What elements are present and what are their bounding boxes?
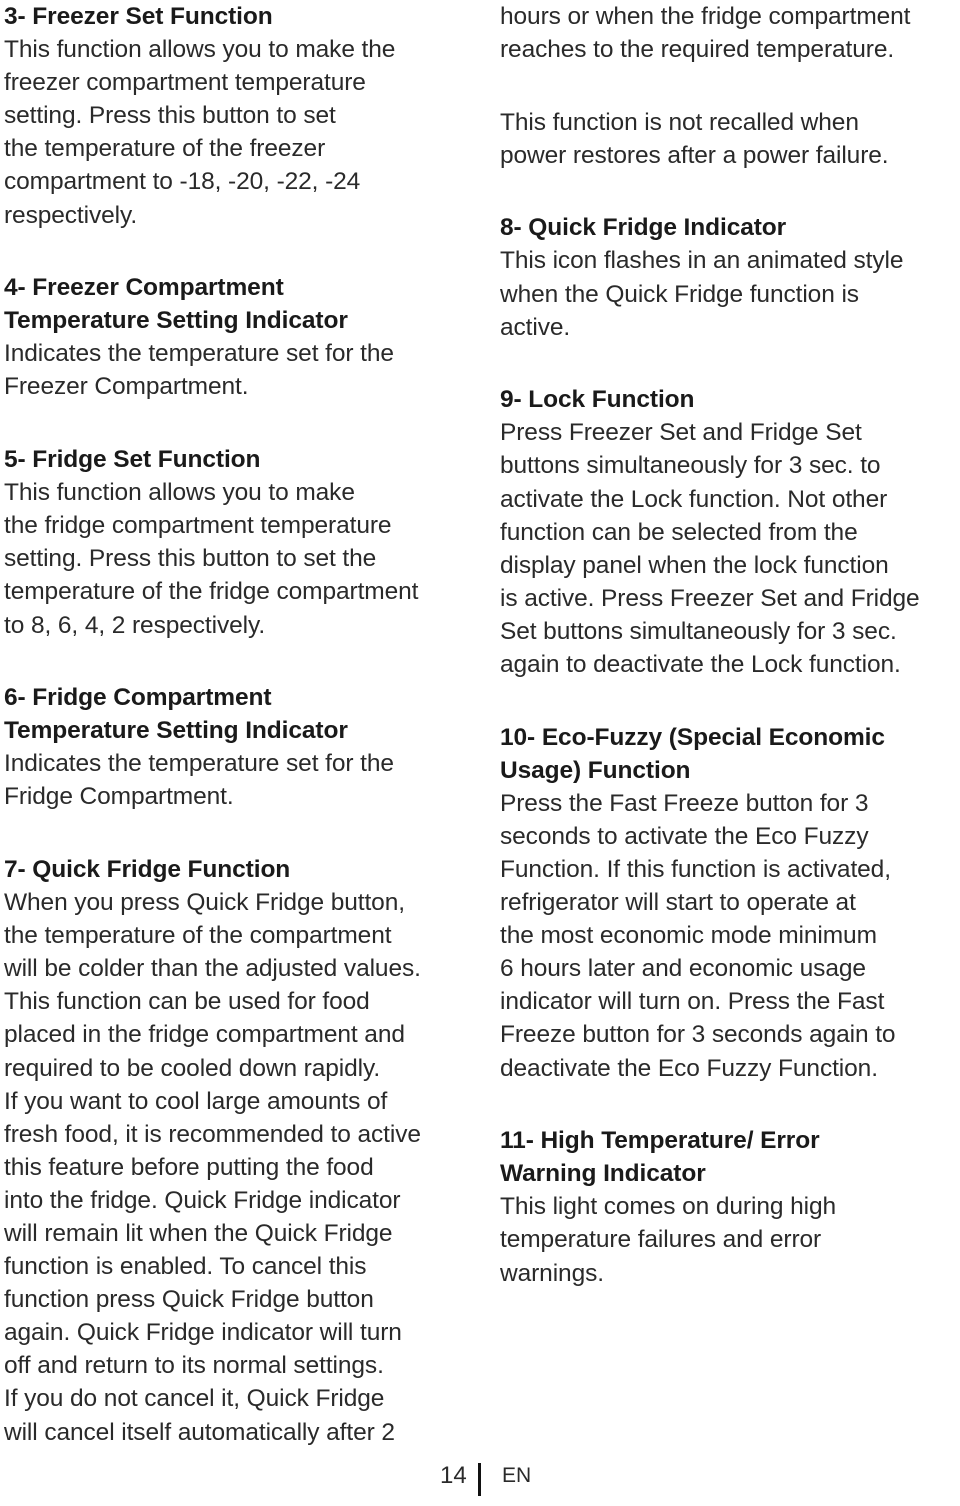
section-body-line: reaches to the required temperature. — [500, 36, 895, 64]
section-body-line: function press Quick Fridge button — [4, 1286, 374, 1314]
section-heading: 9- Lock Function — [500, 386, 695, 414]
manual-section: hours or when the fridge compartment reac… — [500, 0, 960, 66]
section-body-line: again to deactivate the Lock function. — [500, 651, 901, 678]
section-body-line: active. — [500, 313, 571, 341]
section-heading: 6- Fridge Compartment — [4, 684, 272, 712]
section-body-line: This function is not recalled when — [500, 108, 859, 136]
section-body-line: Press the Fast Freeze button for 3 — [500, 789, 869, 817]
section-body-line: Indicates the temperature set for the — [4, 340, 394, 368]
section-heading: 11- High Temperature/ Error — [500, 1127, 820, 1155]
section-body-line: Indicates the temperature set for the — [4, 750, 394, 778]
section-body-line: seconds to activate the Eco Fuzzy — [500, 822, 869, 850]
section-body-line: the fridge compartment temperature — [4, 512, 392, 540]
section-body-line: refrigerator will start to operate at — [500, 889, 856, 917]
section-heading: 8- Quick Fridge Indicator — [500, 214, 787, 242]
section-body-line: Set buttons simultaneously for 3 sec. — [500, 617, 897, 645]
section-body-line: compartment to -18, -20, -22, -24 — [4, 168, 361, 196]
manual-section: 8- Quick Fridge Indicator This icon flash… — [500, 211, 960, 343]
section-body-line: temperature of the fridge compartment — [4, 578, 419, 606]
footer-divider — [478, 1463, 481, 1496]
section-body-line: this feature before putting the food — [4, 1153, 374, 1181]
section-body-line: required to be cooled down rapidly. — [4, 1054, 381, 1082]
section-body-line: function is enabled. To cancel this — [4, 1253, 367, 1281]
section-body-line: again. Quick Fridge indicator will turn — [4, 1319, 402, 1347]
section-body-line: the temperature of the compartment — [4, 922, 392, 950]
section-heading: Temperature Setting Indicator — [4, 307, 348, 335]
section-body-line: when the Quick Fridge function is — [500, 280, 859, 308]
section-body-line: activate the Lock function. Not other — [500, 485, 888, 513]
section-heading: 3- Freezer Set Function — [4, 3, 273, 30]
manual-section: 5- Fridge Set Function This function allo… — [4, 443, 480, 642]
section-body-line: When you press Quick Fridge button, — [4, 889, 405, 917]
manual-section: This function is not recalled when power … — [500, 106, 960, 172]
section-body-line: display panel when the lock function — [500, 551, 889, 579]
section-body-line: This light comes on during high — [500, 1193, 837, 1221]
section-body-line: This icon flashes in an animated style — [500, 247, 904, 275]
section-body-line: respectively. — [4, 201, 138, 229]
section-body-line: setting. Press this button to set the — [4, 545, 377, 573]
section-body-line: If you want to cool large amounts of — [4, 1087, 388, 1115]
section-body-line: placed in the fridge compartment and — [4, 1021, 405, 1049]
section-body-line: into the fridge. Quick Fridge indicator — [4, 1186, 401, 1214]
section-body-line: hours or when the fridge compartment — [500, 3, 911, 30]
section-body-line: the most economic mode minimum — [500, 922, 877, 950]
right-column: hours or when the fridge compartment reac… — [500, 0, 960, 1290]
section-body-line: warnings. — [500, 1259, 604, 1287]
section-body-line: indicator will turn on. Press the Fast — [500, 988, 885, 1016]
section-body-line: fresh food, it is recommended to active — [4, 1120, 421, 1148]
manual-section: 7- Quick Fridge Function When you press Q… — [4, 853, 480, 1449]
manual-section: 3- Freezer Set Function This function all… — [4, 0, 480, 232]
section-heading: 10- Eco-Fuzzy (Special Economic — [500, 723, 885, 751]
manual-section: 4- Freezer Compartment Temperature Settin… — [4, 271, 480, 403]
section-body-line: function can be selected from the — [500, 518, 858, 546]
language-code: EN — [502, 1464, 532, 1487]
section-body-line: Freezer Compartment. — [4, 373, 249, 401]
section-body-line: buttons simultaneously for 3 sec. to — [500, 452, 881, 480]
section-body-line: off and return to its normal settings. — [4, 1352, 384, 1380]
section-body-line: This function allows you to make the — [4, 36, 396, 64]
section-body-line: This function can be used for food — [4, 988, 370, 1016]
section-body-line: to 8, 6, 4, 2 respectively. — [4, 611, 266, 639]
manual-section: 11- High Temperature/ Error Warning Indic… — [500, 1124, 960, 1289]
section-body-line: will remain lit when the Quick Fridge — [4, 1220, 393, 1247]
section-body-line: the temperature of the freezer — [4, 135, 326, 163]
section-body-line: temperature failures and error — [500, 1226, 822, 1254]
section-body-line: Function. If this function is activated, — [500, 855, 891, 883]
section-heading: Temperature Setting Indicator — [4, 717, 348, 745]
section-body-line: Press Freezer Set and Fridge Set — [500, 419, 862, 447]
section-heading: Usage) Function — [500, 756, 691, 784]
section-heading: 5- Fridge Set Function — [4, 446, 261, 474]
section-body-line: will cancel itself automatically after 2 — [4, 1418, 395, 1446]
section-body-line: power restores after a power failure. — [500, 141, 889, 169]
section-heading: 4- Freezer Compartment — [4, 274, 284, 302]
manual-section: 9- Lock Function Press Freezer Set and Fr… — [500, 383, 960, 681]
left-column: 3- Freezer Set Function This function all… — [4, 0, 480, 1449]
section-body-line: setting. Press this button to set — [4, 102, 336, 130]
section-body-line: Fridge Compartment. — [4, 783, 234, 811]
page-number: 14 — [440, 1461, 467, 1489]
section-body-line: This function allows you to make — [4, 479, 355, 507]
page-footer: 14 EN — [0, 1460, 960, 1500]
section-body-line: will be colder than the adjusted values. — [4, 955, 421, 983]
section-body-line: Freeze button for 3 seconds again to — [500, 1021, 896, 1049]
section-body-line: is active. Press Freezer Set and Fridge — [500, 584, 920, 612]
section-body-line: freezer compartment temperature — [4, 69, 366, 97]
section-body-line: 6 hours later and economic usage — [500, 955, 866, 983]
manual-section: 10- Eco-Fuzzy (Special Economic Usage) Fu… — [500, 721, 960, 1085]
section-body-line: deactivate the Eco Fuzzy Function. — [500, 1054, 878, 1082]
section-body-line: If you do not cancel it, Quick Fridge — [4, 1385, 385, 1413]
manual-section: 6- Fridge Compartment Temperature Setting… — [4, 681, 480, 813]
section-heading: Warning Indicator — [500, 1160, 706, 1188]
section-heading: 7- Quick Fridge Function — [4, 855, 291, 883]
